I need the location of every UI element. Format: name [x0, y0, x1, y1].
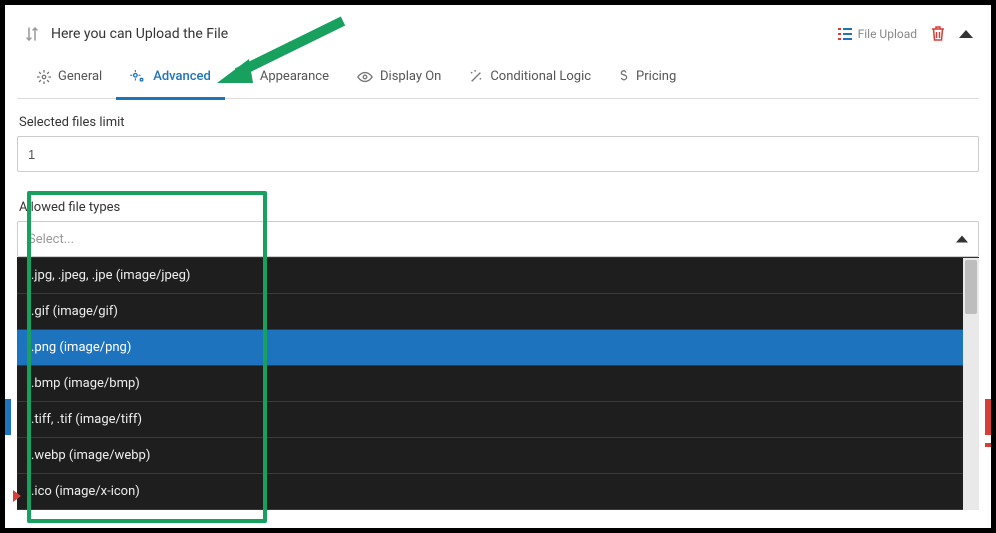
- delete-button[interactable]: [931, 26, 945, 42]
- gears-icon: [130, 70, 146, 84]
- tab-label: General: [58, 69, 102, 84]
- tab-label: Display On: [380, 69, 441, 84]
- wand-icon: [469, 70, 483, 84]
- tabs-bar: General Advanced Appearance Display On: [17, 55, 979, 99]
- dropdown-scrollbar[interactable]: [963, 258, 979, 510]
- dropdown-option[interactable]: .jpg, .jpeg, .jpe (image/jpeg): [17, 258, 979, 294]
- edge-strip-red: [985, 443, 991, 447]
- list-icon: [838, 27, 852, 41]
- dropdown-option[interactable]: .webp (image/webp): [17, 438, 979, 474]
- field-type-button[interactable]: File Upload: [838, 27, 917, 41]
- eye-icon: [357, 70, 373, 84]
- trash-icon: [931, 26, 945, 42]
- dropdown-option[interactable]: .png (image/png): [17, 330, 979, 366]
- dropdown-option[interactable]: .tiff, .tif (image/tiff): [17, 402, 979, 438]
- tab-label: Advanced: [153, 69, 211, 84]
- selected-files-input[interactable]: [17, 136, 979, 172]
- dropdown-option[interactable]: .ico (image/x-icon): [17, 474, 979, 510]
- tab-appearance[interactable]: Appearance: [225, 55, 343, 99]
- red-triangle-icon: [13, 490, 21, 502]
- allowed-types-label: Allowed file types: [19, 200, 979, 215]
- brush-icon: [239, 70, 253, 84]
- drag-handle-icon[interactable]: [23, 25, 41, 43]
- text-cursor: [28, 231, 29, 249]
- caret-up-icon: [956, 236, 968, 243]
- tab-advanced[interactable]: Advanced: [116, 55, 225, 99]
- dropdown-option[interactable]: .gif (image/gif): [17, 294, 979, 330]
- selected-files-label: Selected files limit: [19, 115, 979, 130]
- tab-pricing[interactable]: Pricing: [605, 55, 690, 99]
- scrollbar-thumb[interactable]: [965, 260, 977, 314]
- tab-conditional-logic[interactable]: Conditional Logic: [455, 55, 605, 99]
- panel-title: Here you can Upload the File: [51, 26, 228, 42]
- collapse-button[interactable]: [959, 30, 973, 38]
- allowed-types-placeholder: Select...: [28, 232, 74, 247]
- tab-label: Pricing: [636, 69, 676, 84]
- allowed-types-dropdown: .jpg, .jpeg, .jpe (image/jpeg) .gif (ima…: [17, 257, 979, 510]
- dollar-icon: [619, 70, 629, 84]
- field-type-label: File Upload: [858, 27, 917, 41]
- tab-general[interactable]: General: [23, 55, 116, 99]
- tab-display-on[interactable]: Display On: [343, 55, 455, 99]
- edge-strip-blue: [5, 399, 11, 435]
- edge-strip-red: [985, 399, 991, 435]
- dropdown-option[interactable]: .bmp (image/bmp): [17, 366, 979, 402]
- gear-icon: [37, 70, 51, 84]
- tab-label: Appearance: [260, 69, 329, 84]
- tab-label: Conditional Logic: [490, 69, 591, 84]
- allowed-types-select[interactable]: Select...: [17, 221, 979, 257]
- panel-header: Here you can Upload the File File Upload: [17, 15, 979, 53]
